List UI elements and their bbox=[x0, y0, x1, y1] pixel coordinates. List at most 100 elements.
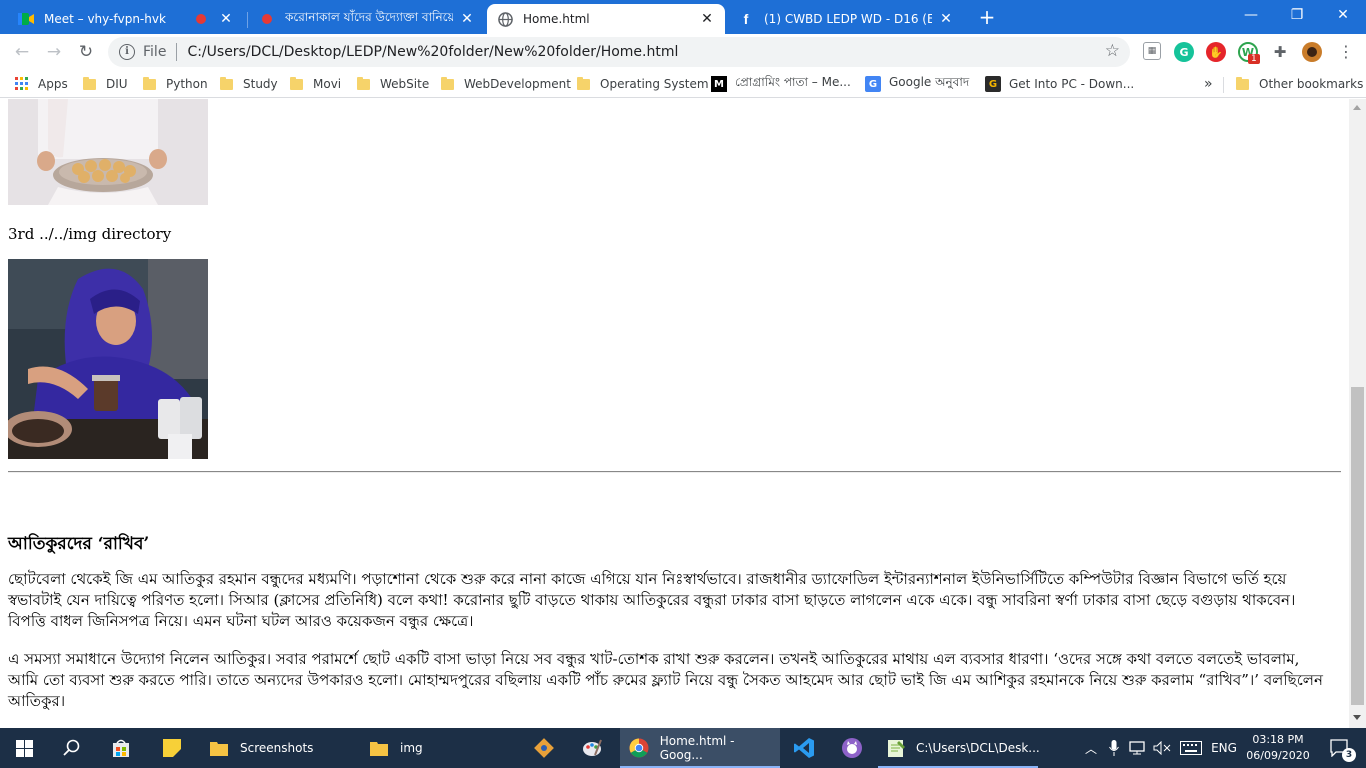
taskbar-label: Screenshots bbox=[240, 741, 314, 755]
bookmark-label: Google অনুবাদ bbox=[889, 75, 970, 89]
close-tab-icon[interactable]: ✕ bbox=[459, 11, 475, 27]
folder-icon bbox=[290, 76, 303, 90]
taskbar-vscode[interactable] bbox=[780, 728, 828, 768]
taskbar-paint-app[interactable] bbox=[568, 728, 616, 768]
network-icon[interactable] bbox=[1126, 728, 1150, 768]
bookmark-label: WebDevelopment bbox=[464, 77, 571, 91]
bookmark-folder-diu[interactable]: DIU bbox=[83, 75, 128, 93]
show-hidden-icons-chevron-up-icon[interactable]: ︿ bbox=[1080, 728, 1102, 768]
new-tab-button[interactable]: + bbox=[975, 4, 999, 30]
image-caption: 3rd ../../img directory bbox=[8, 225, 172, 243]
bookmark-folder-operating-system[interactable]: Operating System bbox=[577, 75, 709, 93]
page-scrollbar[interactable] bbox=[1349, 99, 1366, 728]
folder-icon bbox=[368, 737, 390, 759]
bookmark-label: Other bookmarks bbox=[1259, 77, 1364, 91]
bookmark-folder-study[interactable]: Study bbox=[220, 75, 278, 93]
minimize-button[interactable]: — bbox=[1228, 0, 1274, 30]
store-button[interactable] bbox=[97, 728, 145, 768]
tab-meet[interactable]: Meet – vhy-fvpn-hvk ✕ bbox=[8, 4, 244, 34]
avatar[interactable] bbox=[1302, 42, 1322, 62]
horizontal-rule bbox=[8, 471, 1341, 473]
info-icon[interactable]: i bbox=[119, 44, 135, 60]
photo-woman-in-hijab bbox=[8, 259, 208, 459]
taskbar-label: C:\Users\DCL\Desk... bbox=[916, 741, 1040, 755]
close-tab-icon[interactable]: ✕ bbox=[699, 11, 715, 27]
search-button[interactable] bbox=[48, 728, 96, 768]
taskbar-git-app[interactable] bbox=[520, 728, 568, 768]
bookmark-get-into-pc[interactable]: G Get Into PC - Down... bbox=[985, 75, 1134, 93]
recording-icon bbox=[259, 11, 275, 27]
page-viewport: 3rd ../../img directory আতিকুরদের ‘রাখিব… bbox=[0, 99, 1349, 728]
taskbar-img-folder[interactable]: img bbox=[360, 728, 520, 768]
folder-icon bbox=[577, 76, 590, 90]
windows-logo-icon bbox=[15, 739, 33, 757]
taskbar-screenshots[interactable]: Screenshots bbox=[200, 728, 360, 768]
search-icon bbox=[63, 739, 80, 756]
bookmark-programming-pata[interactable]: M প্রোগ্রামিং পাতা – Me... bbox=[711, 75, 851, 93]
back-button[interactable]: ← bbox=[9, 40, 35, 64]
bookmark-label: Get Into PC - Down... bbox=[1009, 77, 1135, 91]
scrollbar-thumb[interactable] bbox=[1351, 387, 1364, 705]
windows-taskbar: Screenshots img Home.html - Goog... C:\U… bbox=[0, 728, 1366, 768]
notification-badge: 1 bbox=[1248, 54, 1260, 64]
tab-home-html[interactable]: Home.html ✕ bbox=[487, 4, 725, 34]
volume-muted-icon[interactable] bbox=[1150, 728, 1174, 768]
taskbar-notepad-plus[interactable]: C:\Users\DCL\Desk... bbox=[878, 728, 1040, 768]
tab-title: Home.html bbox=[523, 12, 590, 26]
article-paragraph: এ সমস্যা সমাধানে উদ্যোগ নিলেন আতিকুর। সব… bbox=[8, 650, 1323, 710]
grammarly-icon[interactable]: G bbox=[1174, 42, 1194, 62]
microphone-icon[interactable] bbox=[1104, 728, 1124, 768]
maximize-button[interactable]: ❐ bbox=[1274, 0, 1320, 30]
sticky-notes-icon bbox=[163, 739, 181, 757]
google-meet-icon bbox=[18, 11, 34, 27]
get-into-pc-icon: G bbox=[985, 76, 1001, 92]
clock-date: 06/09/2020 bbox=[1246, 749, 1310, 762]
forward-button[interactable]: → bbox=[41, 40, 67, 64]
bookmark-google-translate[interactable]: G Google অনুবাদ bbox=[865, 75, 969, 93]
bookmark-folder-website[interactable]: WebSite bbox=[357, 75, 429, 93]
bookmark-folder-webdevelopment[interactable]: WebDevelopment bbox=[441, 75, 571, 93]
close-tab-icon[interactable]: ✕ bbox=[938, 11, 954, 27]
close-window-button[interactable]: ✕ bbox=[1320, 0, 1366, 30]
scroll-down-arrow-icon[interactable] bbox=[1353, 715, 1361, 720]
chrome-icon bbox=[628, 737, 650, 759]
action-center-button[interactable]: 3 bbox=[1320, 728, 1360, 768]
extensions-puzzle-icon[interactable]: ✚ bbox=[1270, 42, 1290, 62]
folder-icon bbox=[357, 76, 370, 90]
sticky-notes-button[interactable] bbox=[148, 728, 196, 768]
bookmark-star-icon[interactable]: ☆ bbox=[1105, 41, 1120, 61]
input-language[interactable]: ENG bbox=[1208, 728, 1240, 768]
notification-count-badge: 3 bbox=[1342, 748, 1356, 762]
bookmark-folder-python[interactable]: Python bbox=[143, 75, 208, 93]
globe-icon bbox=[497, 11, 513, 27]
taskbar-github-desktop[interactable] bbox=[828, 728, 876, 768]
scroll-up-arrow-icon[interactable] bbox=[1353, 105, 1361, 110]
close-tab-icon[interactable]: ✕ bbox=[218, 11, 234, 27]
bookmarks-bar: Apps DIU Python Study Movi WebSite WebDe… bbox=[0, 70, 1366, 98]
bookmark-apps[interactable]: Apps bbox=[14, 75, 68, 93]
adblock-icon[interactable]: ✋ bbox=[1206, 42, 1226, 62]
folder-icon bbox=[441, 76, 454, 90]
bookmark-label: Apps bbox=[38, 77, 68, 91]
folder-icon bbox=[83, 76, 96, 90]
bookmarks-overflow-button[interactable]: » bbox=[1204, 75, 1213, 93]
folder-icon bbox=[143, 76, 156, 90]
tab-title: Meet – vhy-fvpn-hvk bbox=[44, 12, 166, 26]
bookmark-label: Study bbox=[243, 77, 278, 91]
bookmark-other-bookmarks[interactable]: Other bookmarks bbox=[1236, 75, 1363, 93]
reload-button[interactable]: ↻ bbox=[73, 40, 99, 64]
menu-kebab-icon[interactable]: ⋮ bbox=[1333, 40, 1359, 64]
start-button[interactable] bbox=[0, 728, 48, 768]
tab-news[interactable]: করোনাকাল যাঁদের উদ্যোক্তা বানিয়ে ✕ bbox=[249, 4, 485, 34]
store-bag-icon bbox=[113, 739, 129, 757]
url-text[interactable]: C:/Users/DCL/Desktop/LEDP/New%20folder/N… bbox=[187, 44, 678, 60]
bookmark-label: Python bbox=[166, 77, 208, 91]
taskbar-chrome[interactable]: Home.html - Goog... bbox=[620, 728, 780, 768]
system-clock[interactable]: 03:18 PM 06/09/2020 bbox=[1240, 732, 1316, 764]
address-bar[interactable]: i File C:/Users/DCL/Desktop/LEDP/New%20f… bbox=[108, 37, 1130, 67]
tab-facebook[interactable]: f (1) CWBD LEDP WD - D16 (Evenin ✕ bbox=[728, 4, 964, 34]
touch-keyboard-icon[interactable] bbox=[1176, 728, 1206, 768]
extension-grid-icon[interactable]: ▦ bbox=[1143, 42, 1161, 60]
bookmark-folder-movi[interactable]: Movi bbox=[290, 75, 341, 93]
taskbar-label: img bbox=[400, 741, 423, 755]
